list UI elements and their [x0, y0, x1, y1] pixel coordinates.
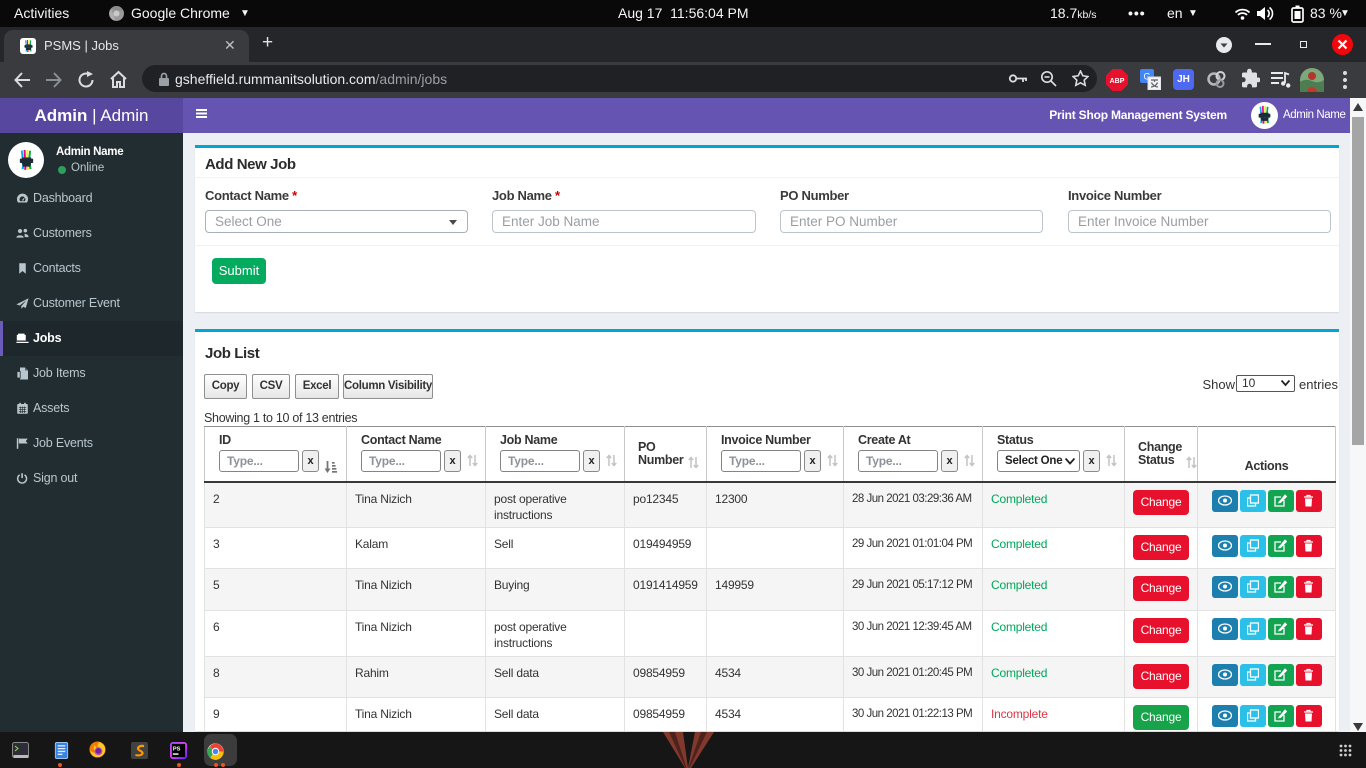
svg-text:PS: PS	[173, 747, 181, 753]
svg-text:ABP: ABP	[1110, 78, 1125, 85]
